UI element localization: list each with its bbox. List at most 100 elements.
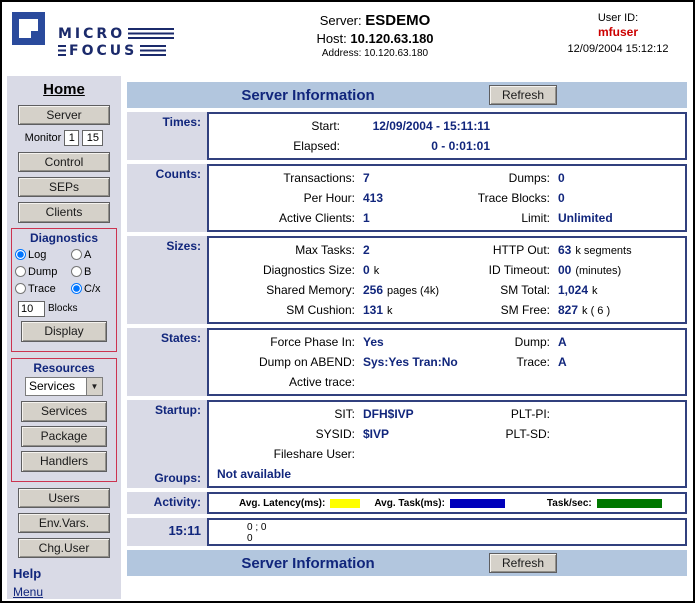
logo-stripes-icon: [128, 28, 174, 39]
radio-trace[interactable]: [15, 283, 26, 294]
states-row-label: States:: [127, 328, 207, 396]
monitor-input-1[interactable]: [64, 130, 79, 146]
server-info-title: Server Information: [127, 87, 489, 104]
field-value-cell: 63k segments: [550, 243, 679, 257]
field-value: A: [550, 355, 679, 369]
field-unit: k ( 6 ): [582, 305, 610, 317]
times-row-label: Times:: [127, 112, 207, 160]
radio-option-log[interactable]: Log: [15, 247, 71, 263]
home-link[interactable]: Home: [43, 81, 85, 98]
radio-option-trace[interactable]: Trace: [15, 281, 71, 297]
address-line: Address: 10.120.63.180: [197, 48, 553, 59]
field-value-cell: 00(minutes): [550, 263, 679, 277]
field-value: 827: [558, 303, 578, 317]
services-button[interactable]: Services: [21, 401, 107, 422]
logo-stripes-icon: [58, 45, 66, 56]
env-vars-button[interactable]: Env.Vars.: [18, 513, 110, 533]
counts-row-label: Counts:: [127, 164, 207, 232]
logo-wordmark: MICRO FOCUS: [58, 10, 197, 74]
field-label: SM Cushion:: [215, 303, 355, 317]
field-label: Active trace:: [215, 375, 355, 389]
field-label: Elapsed:: [215, 139, 340, 153]
refresh-button[interactable]: Refresh: [489, 553, 557, 573]
radio-a[interactable]: [71, 249, 82, 260]
server-label: Server:: [320, 13, 362, 28]
field-value: A: [550, 335, 679, 349]
users-button[interactable]: Users: [18, 488, 110, 508]
radio-trace-label: Trace: [28, 283, 56, 295]
server-identity-block: Server: ESDEMO Host: 10.120.63.180 Addre…: [197, 10, 553, 74]
radio-b-label: B: [84, 266, 91, 278]
field-label: ID Timeout:: [455, 263, 550, 277]
startup-row-label: Startup: Groups:: [127, 400, 207, 488]
field-label: PLT-SD:: [455, 427, 550, 441]
package-button[interactable]: Package: [21, 426, 107, 447]
chg-user-button[interactable]: Chg.User: [18, 538, 110, 558]
refresh-button[interactable]: Refresh: [489, 85, 557, 105]
server-button[interactable]: Server: [18, 105, 110, 125]
field-unit: pages (4k): [387, 285, 439, 297]
radio-dump[interactable]: [15, 266, 26, 277]
field-value: 00: [558, 263, 571, 277]
field-label: Shared Memory:: [215, 283, 355, 297]
seps-button[interactable]: SEPs: [18, 177, 110, 197]
resources-dropdown-value: Services: [26, 379, 86, 393]
field-label: SM Total:: [455, 283, 550, 297]
activity-row: Activity: Avg. Latency(ms): Avg. Task(ms…: [127, 492, 687, 514]
radio-dump-label: Dump: [28, 266, 57, 278]
field-label: Limit:: [455, 211, 550, 225]
radio-b[interactable]: [71, 266, 82, 277]
field-value-cell: 131 k: [355, 303, 455, 317]
blocks-label: Blocks: [48, 303, 77, 314]
sizes-row: Sizes: Max Tasks: 2 HTTP Out: 63k segmen…: [127, 236, 687, 324]
control-button[interactable]: Control: [18, 152, 110, 172]
user-id-value: mfuser: [553, 25, 683, 39]
radio-option-a[interactable]: A: [71, 247, 113, 263]
latency-bar: [330, 499, 360, 508]
field-label: Transactions:: [215, 171, 355, 185]
logo-word-focus: FOCUS: [69, 43, 137, 59]
radio-log[interactable]: [15, 249, 26, 260]
activity-values-box: 0 ; 0 0: [207, 518, 687, 546]
diagnostics-panel: Diagnostics Log A Dump: [11, 228, 117, 352]
server-name: ESDEMO: [365, 12, 430, 29]
field-label: Dumps:: [455, 171, 550, 185]
clients-button[interactable]: Clients: [18, 202, 110, 222]
blocks-input[interactable]: [18, 301, 45, 317]
menu-link[interactable]: Menu: [13, 585, 43, 599]
admin-console-page: MICRO FOCUS Server: ESDEMO Host: 10.120.…: [0, 0, 695, 603]
field-value: Unlimited: [550, 211, 679, 225]
display-button[interactable]: Display: [21, 321, 107, 342]
legend-label: Task/sec:: [547, 498, 592, 509]
legend-label: Avg. Latency(ms):: [239, 498, 325, 509]
field-value: 2: [363, 243, 370, 257]
server-info-header-bottom: Server Information Refresh: [127, 550, 687, 576]
user-block: User ID: mfuser 12/09/2004 15:12:12: [553, 10, 683, 74]
field-unit: k: [387, 305, 393, 317]
monitor-input-2[interactable]: [82, 130, 103, 146]
field-value-cell: 1,024k: [550, 283, 679, 297]
host-value: 10.120.63.180: [350, 31, 433, 46]
chevron-down-icon[interactable]: ▼: [86, 378, 102, 395]
radio-option-cx[interactable]: C/x: [71, 281, 113, 297]
field-value: 131: [363, 303, 383, 317]
radio-option-b[interactable]: B: [71, 264, 113, 280]
startup-row: Startup: Groups: SIT: DFH$IVP PLT-PI: SY…: [127, 400, 687, 488]
field-value: 0: [363, 263, 370, 277]
groups-label: Groups:: [127, 471, 201, 485]
task-sec-bar: [597, 499, 662, 508]
server-info-rows: Times: Start: 12/09/2004 - 15:11:11 Elap…: [127, 112, 687, 546]
field-value: $IVP: [355, 427, 455, 441]
field-unit: k segments: [575, 245, 631, 257]
logo-square-fill: [31, 31, 45, 45]
radio-option-dump[interactable]: Dump: [15, 264, 71, 280]
help-heading: Help: [13, 566, 43, 581]
user-id-label: User ID:: [553, 12, 683, 24]
resources-dropdown[interactable]: Services ▼: [25, 377, 103, 396]
field-label: Trace:: [455, 355, 550, 369]
handlers-button[interactable]: Handlers: [21, 451, 107, 472]
sidebar: Home Server Monitor Control SEPs Clients…: [7, 76, 121, 599]
radio-cx[interactable]: [71, 283, 82, 294]
startup-label: Startup:: [127, 403, 201, 417]
field-value: 7: [355, 171, 455, 185]
